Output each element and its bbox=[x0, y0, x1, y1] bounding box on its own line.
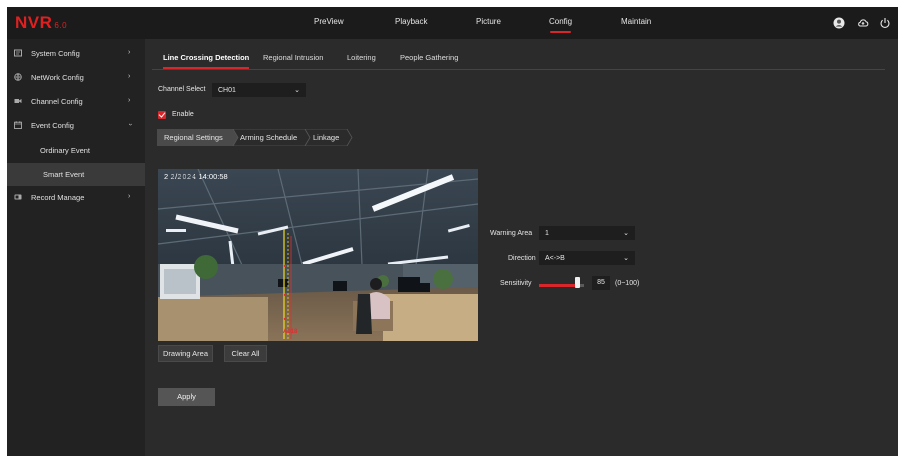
sensitivity-slider-handle[interactable] bbox=[574, 277, 580, 288]
chevron-right-icon: › bbox=[128, 49, 131, 56]
sidebar-subitem-label: Smart Event bbox=[43, 170, 85, 179]
line-label: A018 bbox=[283, 329, 298, 335]
chevron-down-icon: ⌄ bbox=[294, 87, 300, 94]
nav-maintain[interactable]: Maintain bbox=[621, 17, 651, 26]
sidebar-item-label: Event Config bbox=[31, 121, 74, 130]
sensitivity-range-label: (0~100) bbox=[615, 280, 640, 287]
osd-timestamp: 2 𝟸/𝟸𝟶𝟸𝟺 14:00:58 bbox=[164, 172, 228, 181]
sensitivity-label: Sensitivity bbox=[500, 280, 532, 287]
chevron-down-icon: ⌄ bbox=[623, 230, 629, 237]
nav-playback[interactable]: Playback bbox=[395, 17, 427, 26]
sidebar-item-system-config[interactable]: System Config › bbox=[7, 43, 145, 65]
record-manage-icon bbox=[14, 194, 22, 200]
chevron-right-icon: › bbox=[128, 73, 131, 80]
sidebar-subitem-ordinary-event[interactable]: Ordinary Event bbox=[7, 139, 145, 162]
user-avatar-icon[interactable] bbox=[833, 17, 845, 29]
direction-select[interactable]: A<->B ⌄ bbox=[539, 251, 635, 265]
sidebar-item-record-manage[interactable]: Record Manage › bbox=[7, 187, 145, 209]
camera-preview[interactable]: 2 𝟸/𝟸𝟶𝟸𝟺 14:00:58 A018 bbox=[158, 169, 478, 341]
channel-config-icon bbox=[14, 99, 22, 103]
warning-area-value: 1 bbox=[545, 230, 549, 237]
sidebar-item-network-config[interactable]: NetWork Config › bbox=[7, 67, 145, 89]
nav-config[interactable]: Config bbox=[549, 17, 572, 33]
sidebar: System Config › NetWork Config › Channel… bbox=[7, 39, 145, 456]
warning-area-select[interactable]: 1 ⌄ bbox=[539, 226, 635, 240]
sidebar-item-label: Record Manage bbox=[31, 193, 85, 202]
sidebar-item-label: System Config bbox=[31, 49, 80, 58]
channel-select-label: Channel Select bbox=[158, 86, 206, 93]
tab-line-crossing-detection[interactable]: Line Crossing Detection bbox=[163, 53, 250, 69]
tab-loitering[interactable]: Loitering bbox=[347, 53, 376, 62]
office-camera-image bbox=[158, 169, 478, 341]
sidebar-item-label: NetWork Config bbox=[31, 73, 84, 82]
network-config-icon bbox=[14, 73, 22, 81]
sensitivity-value-input[interactable]: 85 bbox=[592, 276, 610, 290]
enable-label: Enable bbox=[172, 111, 194, 118]
chevron-down-icon: › bbox=[126, 123, 134, 126]
tab-regional-intrusion[interactable]: Regional Intrusion bbox=[263, 53, 323, 62]
chevron-down-icon: ⌄ bbox=[623, 255, 629, 262]
direction-label: Direction bbox=[508, 255, 536, 262]
sidebar-subitem-label: Ordinary Event bbox=[40, 146, 91, 155]
enable-checkbox[interactable] bbox=[158, 111, 166, 119]
channel-select-value: CH01 bbox=[218, 87, 236, 94]
nav-picture[interactable]: Picture bbox=[476, 17, 501, 26]
chevron-right-icon: › bbox=[128, 193, 131, 200]
top-bar: NVR 6.0 PreView Playback Picture Config M… bbox=[7, 7, 898, 39]
sidebar-item-label: Channel Config bbox=[31, 97, 83, 106]
tabs-divider bbox=[152, 69, 885, 70]
sidebar-item-event-config[interactable]: Event Config › bbox=[7, 115, 145, 137]
apply-button[interactable]: Apply bbox=[158, 388, 215, 406]
event-config-icon bbox=[14, 121, 22, 129]
tab-people-gathering[interactable]: People Gathering bbox=[400, 53, 458, 62]
nav-preview[interactable]: PreView bbox=[314, 17, 344, 26]
sensitivity-slider-fill bbox=[539, 284, 578, 287]
cloud-icon[interactable] bbox=[857, 17, 869, 29]
drawing-area-button[interactable]: Drawing Area bbox=[158, 345, 213, 362]
brand-logo: NVR 6.0 bbox=[15, 13, 68, 32]
sidebar-subitem-smart-event[interactable]: Smart Event bbox=[7, 163, 145, 186]
clear-all-button[interactable]: Clear All bbox=[224, 345, 267, 362]
warning-area-label: Warning Area bbox=[490, 230, 533, 237]
direction-value: A<->B bbox=[545, 255, 565, 262]
chevron-right-icon: › bbox=[128, 97, 131, 104]
channel-select[interactable]: CH01 ⌄ bbox=[212, 83, 306, 97]
system-config-icon bbox=[14, 49, 22, 57]
power-icon[interactable] bbox=[879, 17, 891, 29]
sidebar-item-channel-config[interactable]: Channel Config › bbox=[7, 91, 145, 113]
